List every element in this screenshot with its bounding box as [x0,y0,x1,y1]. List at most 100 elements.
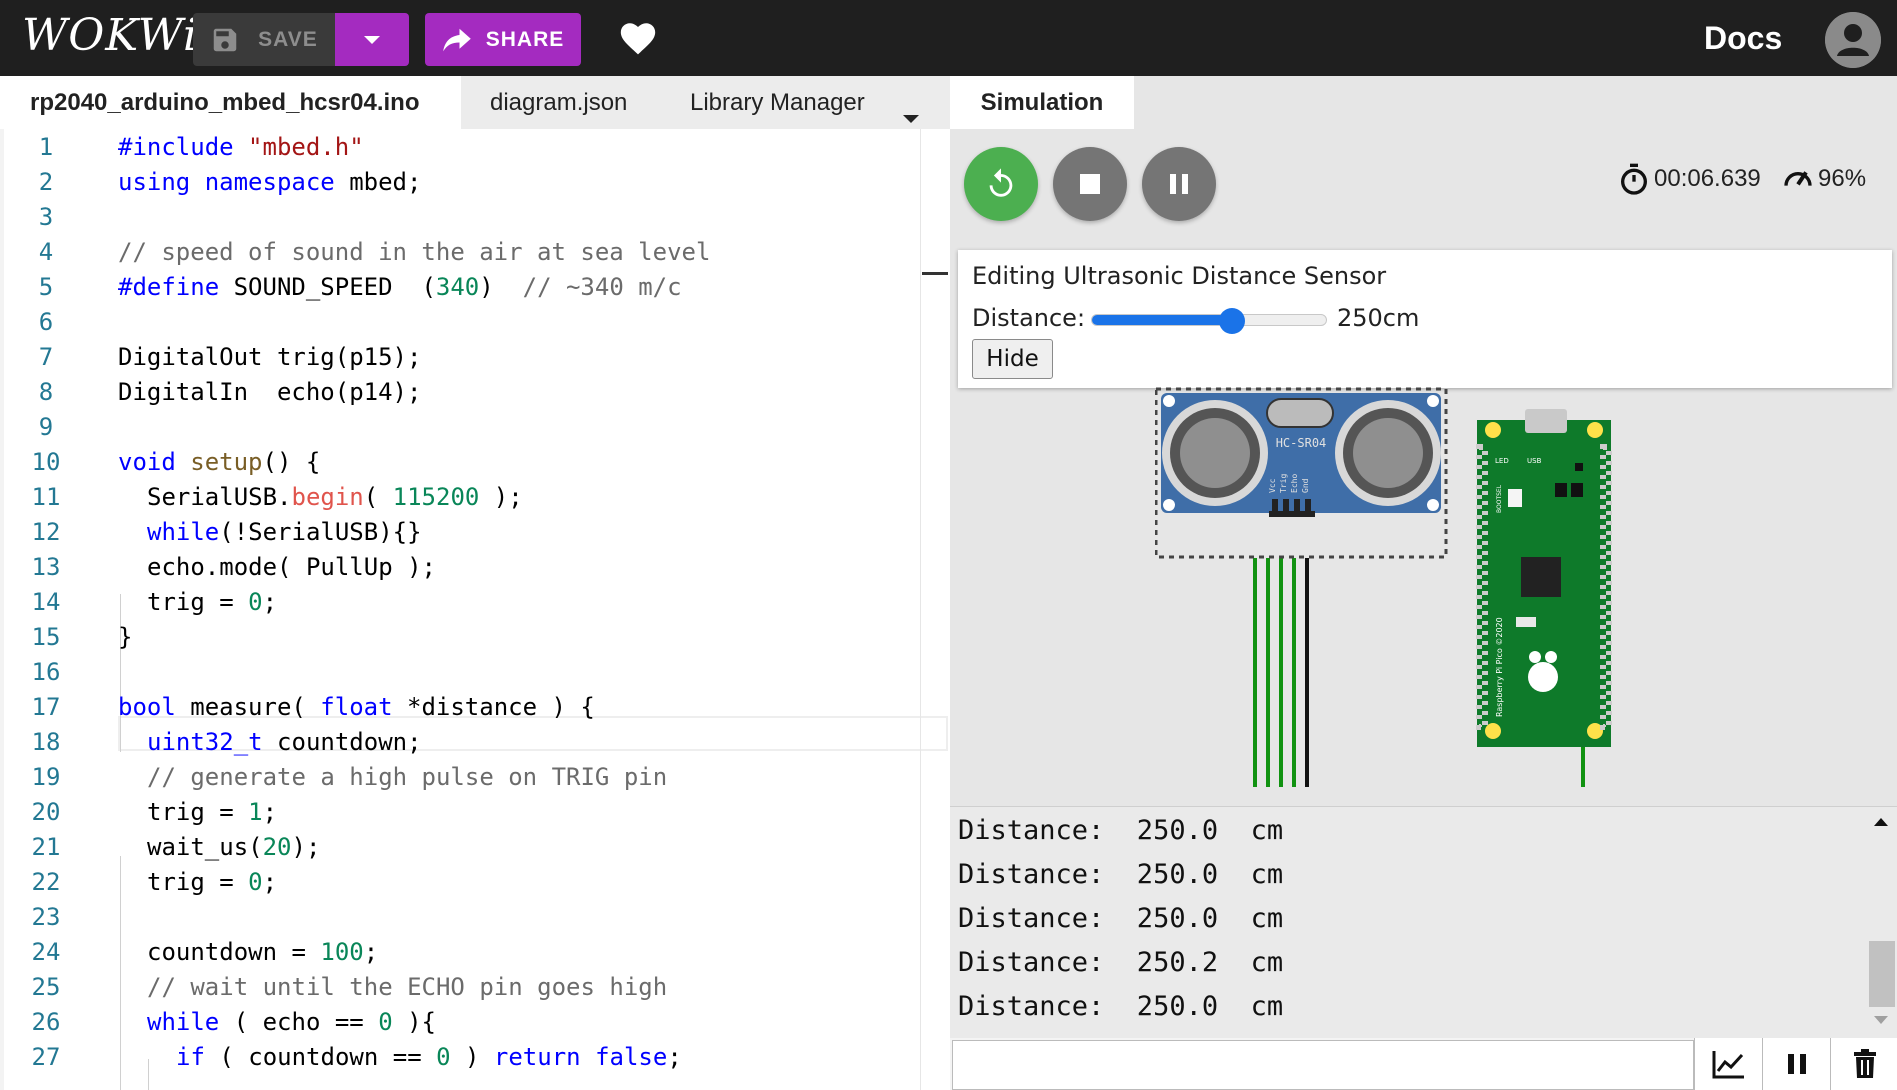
code-line: 23 [0,900,950,935]
docs-link[interactable]: Docs [1704,20,1782,57]
code-line: 24 countdown = 100; [0,935,950,970]
part-editor-popup: Editing Ultrasonic Distance Sensor Dista… [958,250,1892,388]
serial-scroll-thumb[interactable] [1869,941,1895,1007]
serial-scrollbar[interactable] [1867,807,1897,1039]
save-button[interactable]: SAVE [193,13,335,66]
line-number: 25 [31,973,61,1001]
line-number: 23 [31,903,61,931]
code-line: 4 // speed of sound in the air at sea lev… [0,235,950,270]
serial-plotter-button[interactable] [1694,1038,1762,1090]
line-code: #define SOUND_SPEED (340) // ~340 m/c [118,273,682,301]
code-line: 6 [0,305,950,340]
code-line: 9 [0,410,950,445]
code-line: 20 trig = 1; [0,795,950,830]
share-button[interactable]: SHARE [425,13,581,66]
line-number: 10 [31,448,61,476]
user-icon [1825,12,1881,68]
code-line: 14 trig = 0; [0,585,950,620]
board-bootsel-label: BOOTSEL [1496,484,1503,513]
code-line: 22 trig = 0; [0,865,950,900]
hide-button[interactable]: Hide [972,339,1053,379]
serial-output-line: Distance: 250.0 cm [958,903,1284,934]
tab-library-manager[interactable]: Library Manager [690,76,865,129]
line-number: 16 [31,658,61,686]
simulation-canvas[interactable]: 00:06.639 96% Editing Ultrasonic Distanc… [950,129,1897,806]
serial-monitor[interactable]: Distance: 250.0 cm Distance: 250.0 cm Di… [950,806,1897,1039]
scroll-up-arrow-icon[interactable] [1873,817,1889,827]
part-editor-title: Editing Ultrasonic Distance Sensor [972,262,1387,290]
serial-output-line: Distance: 250.0 cm [958,991,1284,1022]
raspberry-pi-pico-board[interactable]: LED USB BOOTSEL Raspberry Pi Pico ©2020 [1476,409,1612,747]
sensor-label: HC-SR04 [1276,436,1327,450]
caret-down-icon [364,35,380,44]
serial-output-line: Distance: 250.0 cm [958,815,1284,846]
code-line: 21 wait_us(20); [0,830,950,865]
wokwi-logo[interactable]: WOKWi [22,10,198,61]
line-code: // generate a high pulse on TRIG pin [147,763,668,791]
code-line: 19 // generate a high pulse on TRIG pin [0,760,950,795]
code-line: 27 if ( countdown == 0 ) return false; [0,1040,950,1075]
line-code: trig = 0; [147,868,278,896]
serial-input-field[interactable] [952,1040,1694,1090]
line-number: 26 [31,1008,61,1036]
pause-simulation-button[interactable] [1142,147,1216,221]
line-code: trig = 0; [147,588,278,616]
distance-slider[interactable] [1091,308,1327,334]
line-code: SerialUSB.begin( 115200 ); [147,483,523,511]
code-editor[interactable]: 1 #include "mbed.h" 2 using namespace mbed… [0,129,950,1090]
line-number: 7 [38,343,54,371]
line-number: 13 [31,553,61,581]
chart-line-icon [1712,1051,1744,1079]
clear-serial-button[interactable] [1830,1038,1897,1090]
tab-diagram-json[interactable]: diagram.json [490,76,627,129]
distance-slider-thumb[interactable] [1219,308,1246,334]
hc-sr04-sensor[interactable]: HC-SR04 Vcc Trig Echo Gnd [1155,387,1448,559]
stop-simulation-button[interactable] [1053,147,1127,221]
line-number: 24 [31,938,61,966]
tab-simulation[interactable]: Simulation [950,76,1134,129]
board-led-label: LED [1495,457,1509,465]
line-number: 19 [31,763,61,791]
code-line: 16 [0,655,950,690]
save-label: SAVE [258,27,318,51]
save-button-group: SAVE [193,13,409,66]
code-line: 10 void setup() { [0,445,950,480]
top-bar: WOKWi SAVE SHARE Docs [0,0,1897,76]
simulation-timer: 00:06.639 [1618,163,1761,195]
line-code: countdown = 100; [147,938,379,966]
share-arrow-icon [442,28,471,51]
line-code: DigitalIn echo(p14); [118,378,422,406]
tab-main-sketch[interactable]: rp2040_arduino_mbed_hcsr04.ino [0,76,461,129]
stop-icon [1080,174,1100,194]
save-dropdown-button[interactable] [335,13,409,66]
line-number: 3 [38,203,54,231]
code-line: 13 echo.mode( PullUp ); [0,550,950,585]
board-side-label: Raspberry Pi Pico ©2020 [1495,617,1504,717]
code-line: 5 #define SOUND_SPEED (340) // ~340 m/c [0,270,950,305]
circuit-diagram: HC-SR04 Vcc Trig Echo Gnd LED USB BOOTSE… [1155,387,1612,787]
code-line: 2 using namespace mbed; [0,165,950,200]
code-line: 12 while(!SerialUSB){} [0,515,950,550]
stopwatch-icon [1621,163,1647,195]
line-code: using namespace mbed; [118,168,422,196]
line-number: 18 [31,728,61,756]
restart-simulation-button[interactable] [964,147,1038,221]
line-number: 27 [31,1043,61,1071]
line-number: 6 [38,308,54,336]
line-code: DigitalOut trig(p15); [118,343,422,371]
line-code: trig = 1; [147,798,278,826]
line-code: uint32_t countdown; [147,728,422,756]
user-avatar[interactable] [1825,12,1881,68]
simulation-panel: Simulation 00:06.639 96% Editing Ultraso… [950,76,1897,806]
serial-pause-button[interactable] [1762,1038,1830,1090]
scroll-down-arrow-icon[interactable] [1873,1015,1889,1025]
like-heart-icon[interactable] [618,20,658,61]
line-number: 20 [31,798,61,826]
line-code: // wait until the ECHO pin goes high [147,973,668,1001]
code-line: 15} [0,620,950,655]
line-code: while ( echo == 0 ){ [147,1008,437,1036]
code-line: 17 bool measure( float *distance ) { [0,690,950,725]
pin-label-gnd: Gnd [1301,478,1310,493]
restart-icon [989,168,1013,197]
floppy-disk-icon [213,28,237,51]
